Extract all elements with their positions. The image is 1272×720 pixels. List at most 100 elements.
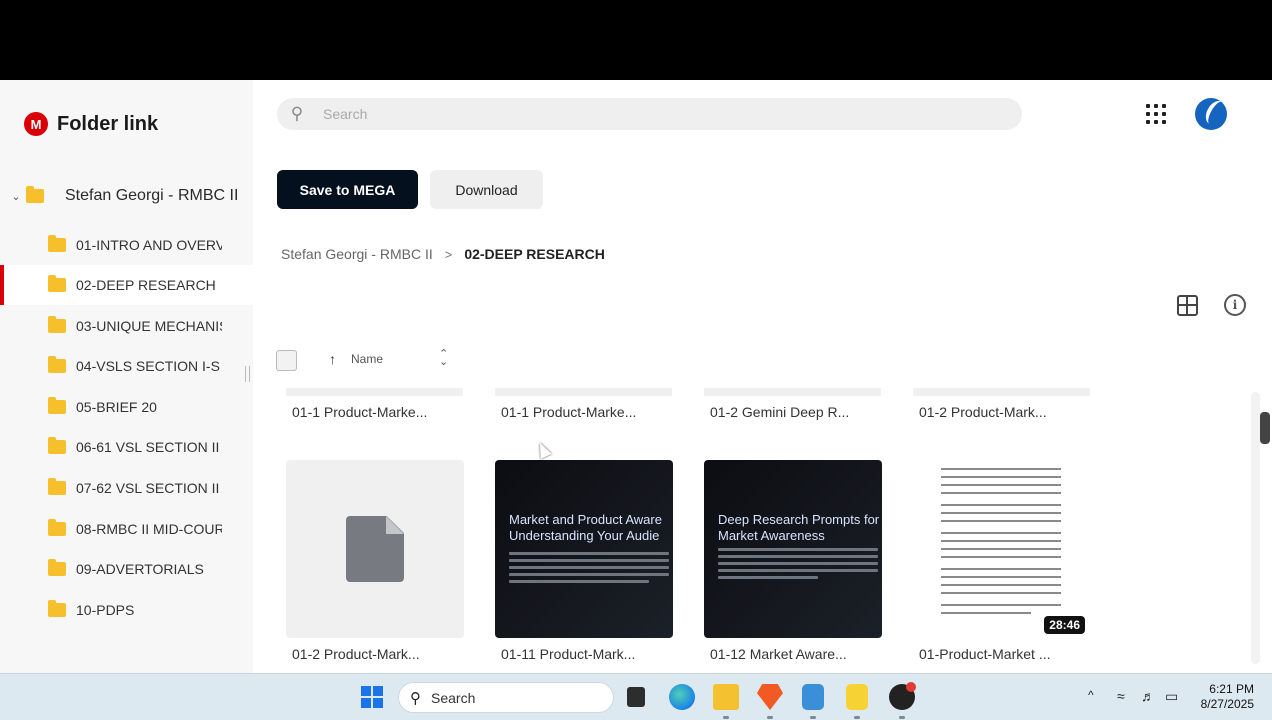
notification-badge bbox=[906, 682, 916, 692]
search-icon: ⚲ bbox=[290, 104, 304, 123]
thumbnail-title-line: Market and Product Aware bbox=[509, 512, 662, 527]
download-button[interactable]: Download bbox=[430, 170, 543, 209]
thumbnail-text-line bbox=[941, 604, 1061, 606]
thumbnail-title-line: Deep Research Prompts for bbox=[718, 512, 880, 527]
file-thumbnail-edge[interactable] bbox=[913, 388, 1090, 396]
folder-icon bbox=[48, 316, 66, 333]
breadcrumb-parent[interactable]: Stefan Georgi - RMBC II bbox=[281, 246, 433, 262]
folder-icon bbox=[48, 478, 66, 495]
thumbnail-text-line bbox=[509, 580, 649, 583]
breadcrumb: Stefan Georgi - RMBC II > 02-DEEP RESEAR… bbox=[281, 246, 605, 262]
sort-toggle-icon[interactable]: ⌃ ⌄ bbox=[439, 349, 448, 368]
brand[interactable]: M Folder link bbox=[24, 112, 158, 136]
folder-icon bbox=[48, 559, 66, 576]
running-indicator bbox=[810, 716, 816, 719]
mega-folder-view: M Folder link ⌄ Stefan Georgi - RMBC II … bbox=[0, 80, 1272, 673]
brave-browser-icon[interactable] bbox=[757, 684, 783, 710]
clock-time: 6:21 PM bbox=[1209, 682, 1254, 696]
file-name[interactable]: 01-2 Product-Mark... bbox=[919, 404, 1097, 420]
sticky-notes-icon[interactable] bbox=[846, 684, 868, 710]
tree-root-label: Stefan Georgi - RMBC II bbox=[65, 187, 237, 204]
task-view-icon[interactable] bbox=[627, 687, 645, 707]
thumbnail-text-line bbox=[718, 548, 878, 551]
folder-icon bbox=[48, 397, 66, 414]
windows-start-icon[interactable] bbox=[361, 686, 383, 708]
sidebar-resize-handle[interactable] bbox=[245, 366, 250, 382]
thumbnail-text-line bbox=[941, 592, 1061, 594]
thumbnail-text-line bbox=[941, 520, 1061, 522]
search-icon: ⚲ bbox=[410, 689, 421, 707]
select-all-checkbox[interactable] bbox=[276, 350, 297, 371]
running-indicator bbox=[899, 716, 905, 719]
search-input[interactable] bbox=[323, 106, 923, 122]
taskbar-search[interactable]: ⚲ Search bbox=[398, 682, 614, 713]
sidebar-item-advertorials[interactable]: 09-ADVERTORIALS bbox=[0, 549, 253, 589]
thumbnail-text-line bbox=[941, 484, 1061, 486]
grid-view-icon[interactable] bbox=[1177, 295, 1198, 316]
folder-icon bbox=[48, 275, 66, 292]
windows-taskbar: ⚲ Search ^ ≈ ♬ ▭ 6:21 PM 8/27/2025 bbox=[0, 673, 1272, 720]
info-icon[interactable]: i bbox=[1224, 294, 1246, 316]
file-name[interactable]: 01-1 Product-Marke... bbox=[292, 404, 470, 420]
thumbnail-text-line bbox=[509, 559, 669, 562]
mega-logo-icon: M bbox=[24, 112, 48, 136]
thumbnail-text-line bbox=[941, 468, 1061, 470]
sidebar-item-61-vsl[interactable]: 06-61 VSL SECTION II bbox=[0, 427, 253, 467]
speaker-icon[interactable]: ♬ bbox=[1141, 688, 1155, 704]
sidebar-item-mid-course[interactable]: 08-RMBC II MID-COURSE bbox=[0, 509, 253, 549]
thumbnail-title-line: Market Awareness bbox=[718, 528, 825, 543]
search-bar[interactable]: ⚲ bbox=[277, 98, 1022, 130]
clock[interactable]: 6:21 PM 8/27/2025 bbox=[1196, 682, 1254, 712]
sidebar-item-pdps[interactable]: 10-PDPS bbox=[0, 590, 253, 630]
chevron-up-icon[interactable]: ^ bbox=[1088, 688, 1094, 702]
avatar[interactable] bbox=[1195, 98, 1227, 130]
mouse-cursor-icon bbox=[534, 440, 552, 459]
folder-icon bbox=[48, 437, 66, 454]
sidebar-item-deep-research[interactable]: 02-DEEP RESEARCH bbox=[0, 265, 253, 305]
file-thumbnail[interactable] bbox=[286, 460, 464, 638]
file-thumbnail-edge[interactable] bbox=[704, 388, 881, 396]
sidebar-item-brief[interactable]: 05-BRIEF 20 bbox=[0, 387, 253, 427]
edge-browser-icon[interactable] bbox=[669, 684, 695, 710]
file-explorer-icon[interactable] bbox=[713, 684, 739, 710]
thumbnail-text-line bbox=[941, 584, 1061, 586]
video-duration-badge: 28:46 bbox=[1044, 616, 1085, 634]
wifi-icon[interactable]: ≈ bbox=[1117, 688, 1125, 704]
scrollbar-track[interactable] bbox=[1251, 392, 1260, 664]
file-thumbnail-edge[interactable] bbox=[286, 388, 463, 396]
video-thumbnail[interactable]: 28:46 bbox=[913, 460, 1091, 638]
file-name[interactable]: 01-11 Product-Mark... bbox=[501, 646, 679, 662]
folder-icon bbox=[48, 235, 66, 252]
breadcrumb-current: 02-DEEP RESEARCH bbox=[464, 246, 605, 262]
apps-grid-icon[interactable] bbox=[1146, 104, 1166, 124]
chevron-down-icon[interactable]: ⌄ bbox=[8, 190, 24, 203]
sort-ascending-icon[interactable]: ↑ bbox=[329, 351, 336, 367]
running-indicator bbox=[854, 716, 860, 719]
tree-root-folder[interactable]: ⌄ Stefan Georgi - RMBC II bbox=[8, 184, 237, 208]
file-name[interactable]: 01-1 Product-Marke... bbox=[501, 404, 679, 420]
sidebar-item-vsls-section[interactable]: 04-VSLS SECTION I-S bbox=[0, 346, 253, 386]
save-to-mega-button[interactable]: Save to MEGA bbox=[277, 170, 418, 209]
file-name[interactable]: 01-2 Product-Mark... bbox=[292, 646, 470, 662]
file-name[interactable]: 01-Product-Market ... bbox=[919, 646, 1097, 662]
file-thumbnail[interactable]: Deep Research Prompts for Market Awarene… bbox=[704, 460, 882, 638]
thumbnail-text-line bbox=[941, 576, 1061, 578]
notepad-icon[interactable] bbox=[802, 684, 824, 710]
file-name[interactable]: 01-12 Market Aware... bbox=[710, 646, 888, 662]
file-thumbnail-edge[interactable] bbox=[495, 388, 672, 396]
brand-title: Folder link bbox=[57, 112, 159, 135]
sidebar-item-62-vsl[interactable]: 07-62 VSL SECTION II bbox=[0, 468, 253, 508]
file-thumbnail[interactable]: Market and Product Aware Understanding Y… bbox=[495, 460, 673, 638]
folder-icon bbox=[26, 186, 44, 203]
clock-date: 8/27/2025 bbox=[1200, 697, 1254, 711]
thumbnail-text-line bbox=[718, 562, 878, 565]
scrollbar-thumb[interactable] bbox=[1260, 412, 1270, 444]
file-name[interactable]: 01-2 Gemini Deep R... bbox=[710, 404, 888, 420]
chevron-right-icon: > bbox=[444, 246, 453, 262]
sidebar-item-unique-mechanism[interactable]: 03-UNIQUE MECHANISM bbox=[0, 306, 253, 346]
thumbnail-text-line bbox=[718, 555, 878, 558]
sidebar-item-intro[interactable]: 01-INTRO AND OVERVIEW bbox=[0, 225, 253, 265]
battery-icon[interactable]: ▭ bbox=[1165, 688, 1178, 705]
thumbnail-text-line bbox=[941, 512, 1061, 514]
name-column-header[interactable]: Name bbox=[351, 352, 383, 366]
